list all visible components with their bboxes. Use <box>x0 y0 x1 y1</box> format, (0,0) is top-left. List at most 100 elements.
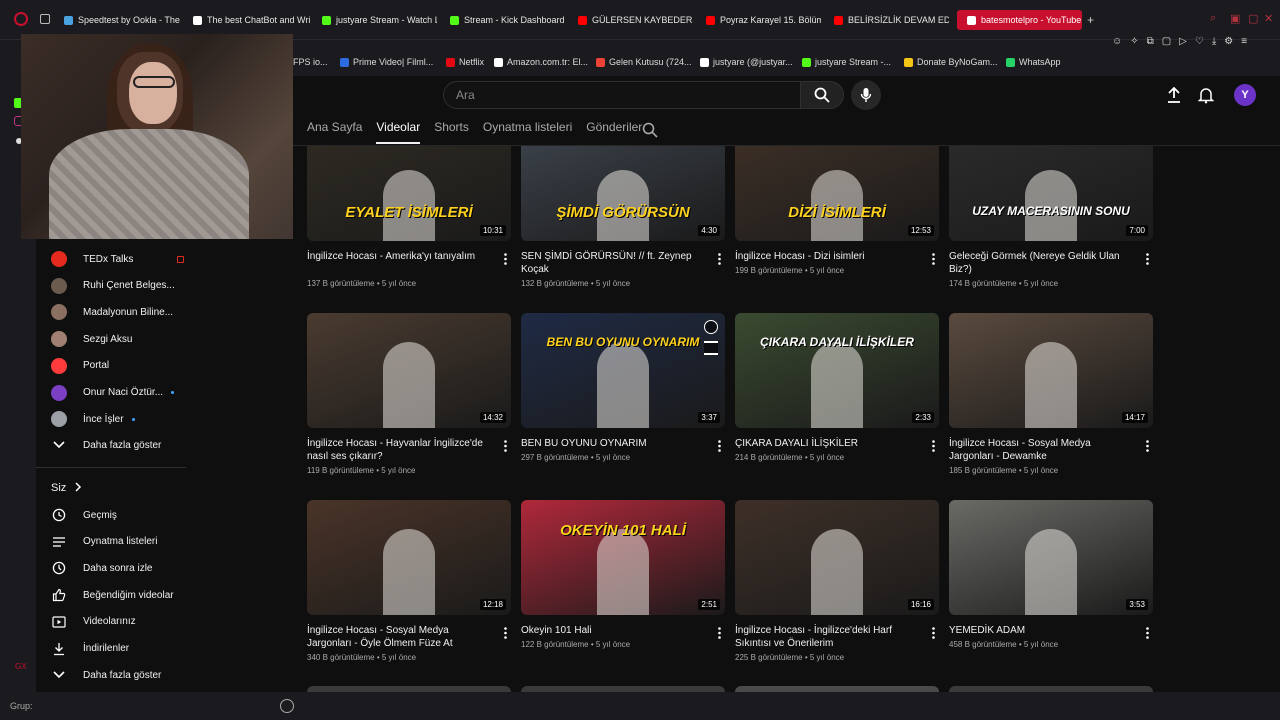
new-tab-button[interactable]: + <box>1087 13 1094 27</box>
more-actions-icon[interactable] <box>932 252 935 265</box>
sidebar-item-watch-later[interactable]: Daha sonra izle <box>51 557 152 579</box>
browser-tab[interactable]: batesmotelpro - YouTube <box>957 10 1082 30</box>
bookmark-item[interactable]: Gelen Kutusu (724... <box>596 57 692 67</box>
video-thumbnail[interactable]: EYALET İSİMLERİ 10:31 <box>307 146 511 241</box>
watch-later-icon[interactable] <box>704 320 718 334</box>
more-actions-icon[interactable] <box>932 626 935 639</box>
bookmark-item[interactable]: FPS io... <box>293 57 328 67</box>
subscription-item[interactable]: Sezgi Aksu <box>51 328 132 350</box>
video-title[interactable]: ÇIKARA DAYALI İLİŞKİLER <box>735 437 923 450</box>
video-card[interactable]: 14:17 İngilizce Hocası - Sosyal Medya Jar… <box>949 313 1153 483</box>
video-thumbnail[interactable]: 14:32 <box>307 313 511 428</box>
video-title[interactable]: İngilizce Hocası - Hayvanlar İngilizce'd… <box>307 437 495 463</box>
video-card[interactable]: ÇIKARA DAYALI İLİŞKİLER 2:33 ÇIKARA DAYALI… <box>735 313 939 483</box>
subscription-item[interactable]: Madalyonun Biline... <box>51 301 173 323</box>
video-thumbnail[interactable]: 14:17 <box>949 313 1153 428</box>
tab-gönderiler[interactable]: Gönderiler <box>586 120 642 144</box>
extensions-icons[interactable]: ☺✧⧉▢▷♡⤓⚙≡ <box>1112 36 1255 47</box>
video-card[interactable]: ŞİMDİ GÖRÜRSÜN 4:30 SEN ŞİMDİ GÖRÜRSÜN! //… <box>521 146 725 316</box>
video-card[interactable]: UZAY MACERASININ SONU 7:00 Geleceği Görmek… <box>949 146 1153 316</box>
sidebar-bottom-icon[interactable]: GX <box>15 662 27 671</box>
video-card[interactable]: 12:18 İngilizce Hocası - Sosyal Medya Jar… <box>307 500 511 670</box>
search-input[interactable]: Ara <box>443 81 801 109</box>
upload-icon[interactable] <box>1165 86 1183 104</box>
video-card[interactable]: DİZİ İSİMLERİ 12:53 İngilizce Hocası - Diz… <box>735 146 939 316</box>
video-title[interactable]: Okeyin 101 Hali <box>521 624 709 637</box>
voice-search-button[interactable] <box>851 80 881 110</box>
browser-tab[interactable]: Speedtest by Ookla - The <box>64 10 184 30</box>
search-tabs-icon[interactable]: ⌕ <box>1210 12 1216 25</box>
more-actions-icon[interactable] <box>504 252 507 265</box>
browser-tab[interactable]: Stream - Kick Dashboard <box>450 10 570 30</box>
bookmark-item[interactable]: justyare Stream -... <box>802 57 891 67</box>
more-actions-icon[interactable] <box>718 439 721 452</box>
video-thumbnail[interactable]: DİZİ İSİMLERİ 12:53 <box>735 146 939 241</box>
browser-tab[interactable]: GÜLERSEN KAYBEDERSİN <box>578 10 693 30</box>
close-window-icon[interactable]: ✕ <box>1264 12 1273 25</box>
you-section-header[interactable]: Siz <box>51 477 82 499</box>
video-thumbnail[interactable]: 3:53 <box>949 500 1153 615</box>
easy-setup-icon[interactable] <box>280 699 294 713</box>
sidebar-item-playlist[interactable]: Oynatma listeleri <box>51 531 157 553</box>
opera-logo-icon[interactable] <box>14 12 28 26</box>
sidebar-item-your-videos[interactable]: Videolarınız <box>51 611 136 633</box>
video-title[interactable]: BEN BU OYUNU OYNARIM <box>521 437 709 450</box>
video-title[interactable]: İngilizce Hocası - İngilizce'deki Harf S… <box>735 624 923 650</box>
tab-videolar[interactable]: Videolar <box>376 120 421 144</box>
video-card[interactable]: EYALET İSİMLERİ 10:31 İngilizce Hocası - A… <box>307 146 511 316</box>
more-actions-icon[interactable] <box>504 626 507 639</box>
browser-tab[interactable]: justyare Stream - Watch L <box>322 10 437 30</box>
video-card[interactable]: OKEYİN 101 HALİ 2:51 Okeyin 101 Hali 122 B … <box>521 500 725 670</box>
show-more-you-button[interactable]: Daha fazla göster <box>51 664 161 686</box>
bookmark-item[interactable]: WhatsApp <box>1006 57 1061 67</box>
bookmark-item[interactable]: Prime Video| Filml... <box>340 57 433 67</box>
more-actions-icon[interactable] <box>718 252 721 265</box>
video-thumbnail[interactable]: ŞİMDİ GÖRÜRSÜN 4:30 <box>521 146 725 241</box>
video-card[interactable]: 3:53 YEMEDİK ADAM 458 B görüntüleme • 5 yı… <box>949 500 1153 670</box>
bookmark-item[interactable]: Netflix <box>446 57 484 67</box>
subscription-item[interactable]: Portal <box>51 355 109 377</box>
subscription-item[interactable]: Onur Naci Öztür... <box>51 382 175 404</box>
bookmark-item[interactable]: Amazon.com.tr: El... <box>494 57 588 67</box>
search-button[interactable] <box>800 81 844 109</box>
more-actions-icon[interactable] <box>1146 252 1149 265</box>
video-title[interactable]: SEN ŞİMDİ GÖRÜRSÜN! // ft. Zeynep Koçak <box>521 250 709 276</box>
sidebar-item-history[interactable]: Geçmiş <box>51 504 117 526</box>
bookmark-item[interactable]: justyare (@justyar... <box>700 57 793 67</box>
notifications-bell-icon[interactable] <box>1197 86 1215 104</box>
browser-tab[interactable]: Poyraz Karayel 15. Bölüm <box>706 10 821 30</box>
video-thumbnail[interactable]: UZAY MACERASININ SONU 7:00 <box>949 146 1153 241</box>
video-title[interactable]: İngilizce Hocası - Sosyal Medya Jargonla… <box>307 624 495 650</box>
bookmark-item[interactable]: Donate ByNoGam... <box>904 57 998 67</box>
more-actions-icon[interactable] <box>718 626 721 639</box>
video-title[interactable]: İngilizce Hocası - Sosyal Medya Jargonla… <box>949 437 1137 463</box>
video-card[interactable]: 16:16 İngilizce Hocası - İngilizce'deki H… <box>735 500 939 670</box>
show-more-subscriptions-button[interactable]: Daha fazla göster <box>51 434 161 456</box>
video-title[interactable]: İngilizce Hocası - Amerika'yı tanıyalım <box>307 250 495 263</box>
tab-ana-sayfa[interactable]: Ana Sayfa <box>307 120 362 144</box>
minimize-icon[interactable]: ▢ <box>1248 12 1258 25</box>
video-thumbnail[interactable]: OKEYİN 101 HALİ 2:51 <box>521 500 725 615</box>
subscription-item[interactable]: Ruhi Çenet Belges... <box>51 275 175 297</box>
video-thumbnail[interactable]: 12:18 <box>307 500 511 615</box>
browser-tab[interactable]: The best ChatBot and Wri <box>193 10 311 30</box>
tab-grid-icon[interactable] <box>40 14 50 24</box>
more-actions-icon[interactable] <box>504 439 507 452</box>
subscription-item[interactable]: İnce İşler <box>51 408 135 430</box>
browser-tab[interactable]: BELİRSİZLİK DEVAM EDİY <box>834 10 949 30</box>
snapshot-icon[interactable]: ▣ <box>1230 12 1240 25</box>
tab-oynatma-listeleri[interactable]: Oynatma listeleri <box>483 120 572 144</box>
video-title[interactable]: İngilizce Hocası - Dizi isimleri <box>735 250 923 263</box>
sidebar-item-like[interactable]: Beğendiğim videolar <box>51 584 174 606</box>
video-title[interactable]: Geleceği Görmek (Nereye Geldik Ulan Biz?… <box>949 250 1137 276</box>
add-to-queue-icon[interactable] <box>704 341 718 355</box>
account-avatar[interactable]: Y <box>1234 84 1256 106</box>
more-actions-icon[interactable] <box>932 439 935 452</box>
video-thumbnail[interactable]: 16:16 <box>735 500 939 615</box>
video-card[interactable]: BEN BU OYUNU OYNARIM 3:37 BEN BU OYUNU OYN… <box>521 313 725 483</box>
channel-search-icon[interactable] <box>642 122 658 138</box>
sidebar-item-download[interactable]: İndirilenler <box>51 638 129 660</box>
video-card[interactable]: 14:32 İngilizce Hocası - Hayvanlar İngili… <box>307 313 511 483</box>
video-title[interactable]: YEMEDİK ADAM <box>949 624 1137 637</box>
video-thumbnail[interactable]: BEN BU OYUNU OYNARIM 3:37 <box>521 313 725 428</box>
